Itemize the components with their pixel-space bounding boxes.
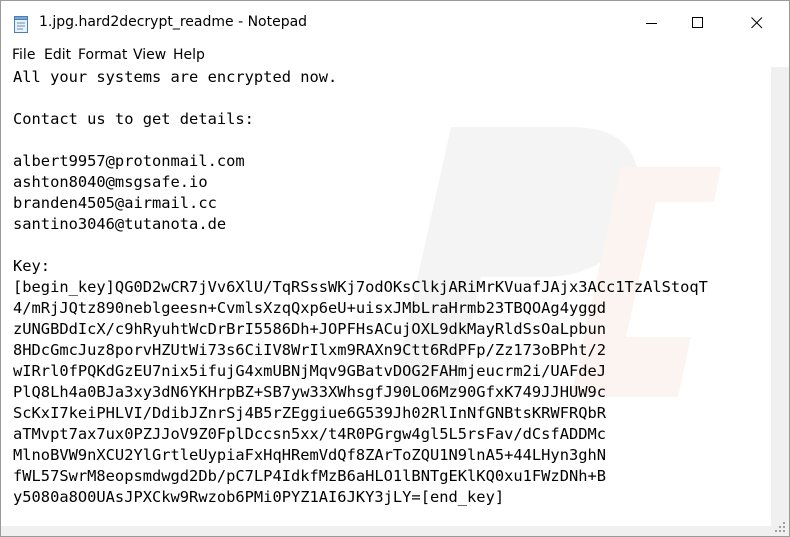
close-icon: [751, 17, 763, 29]
notepad-window: 1.jpg.hard2decrypt_readme - Notepad File…: [0, 0, 790, 537]
document-text[interactable]: All your systems are encrypted now. Cont…: [13, 67, 708, 508]
menu-view[interactable]: View: [133, 47, 166, 63]
window-title: 1.jpg.hard2decrypt_readme - Notepad: [39, 14, 308, 30]
menu-format[interactable]: Format: [78, 47, 127, 63]
menu-edit[interactable]: Edit: [44, 47, 71, 63]
menu-file[interactable]: File: [12, 47, 35, 63]
resize-grip-icon[interactable]: [771, 518, 789, 536]
status-strip: [1, 526, 771, 536]
close-button[interactable]: [734, 1, 780, 45]
menu-bar: File Edit Format View Help: [1, 45, 789, 67]
notepad-icon: [14, 16, 29, 33]
minimize-icon: [646, 23, 657, 24]
maximize-icon: [692, 17, 703, 28]
maximize-button[interactable]: [675, 1, 721, 45]
title-bar[interactable]: 1.jpg.hard2decrypt_readme - Notepad: [1, 1, 789, 45]
minimize-button[interactable]: [629, 1, 675, 45]
vertical-scrollbar[interactable]: [771, 67, 789, 526]
menu-help[interactable]: Help: [173, 47, 205, 63]
text-editor[interactable]: All your systems are encrypted now. Cont…: [1, 67, 771, 526]
